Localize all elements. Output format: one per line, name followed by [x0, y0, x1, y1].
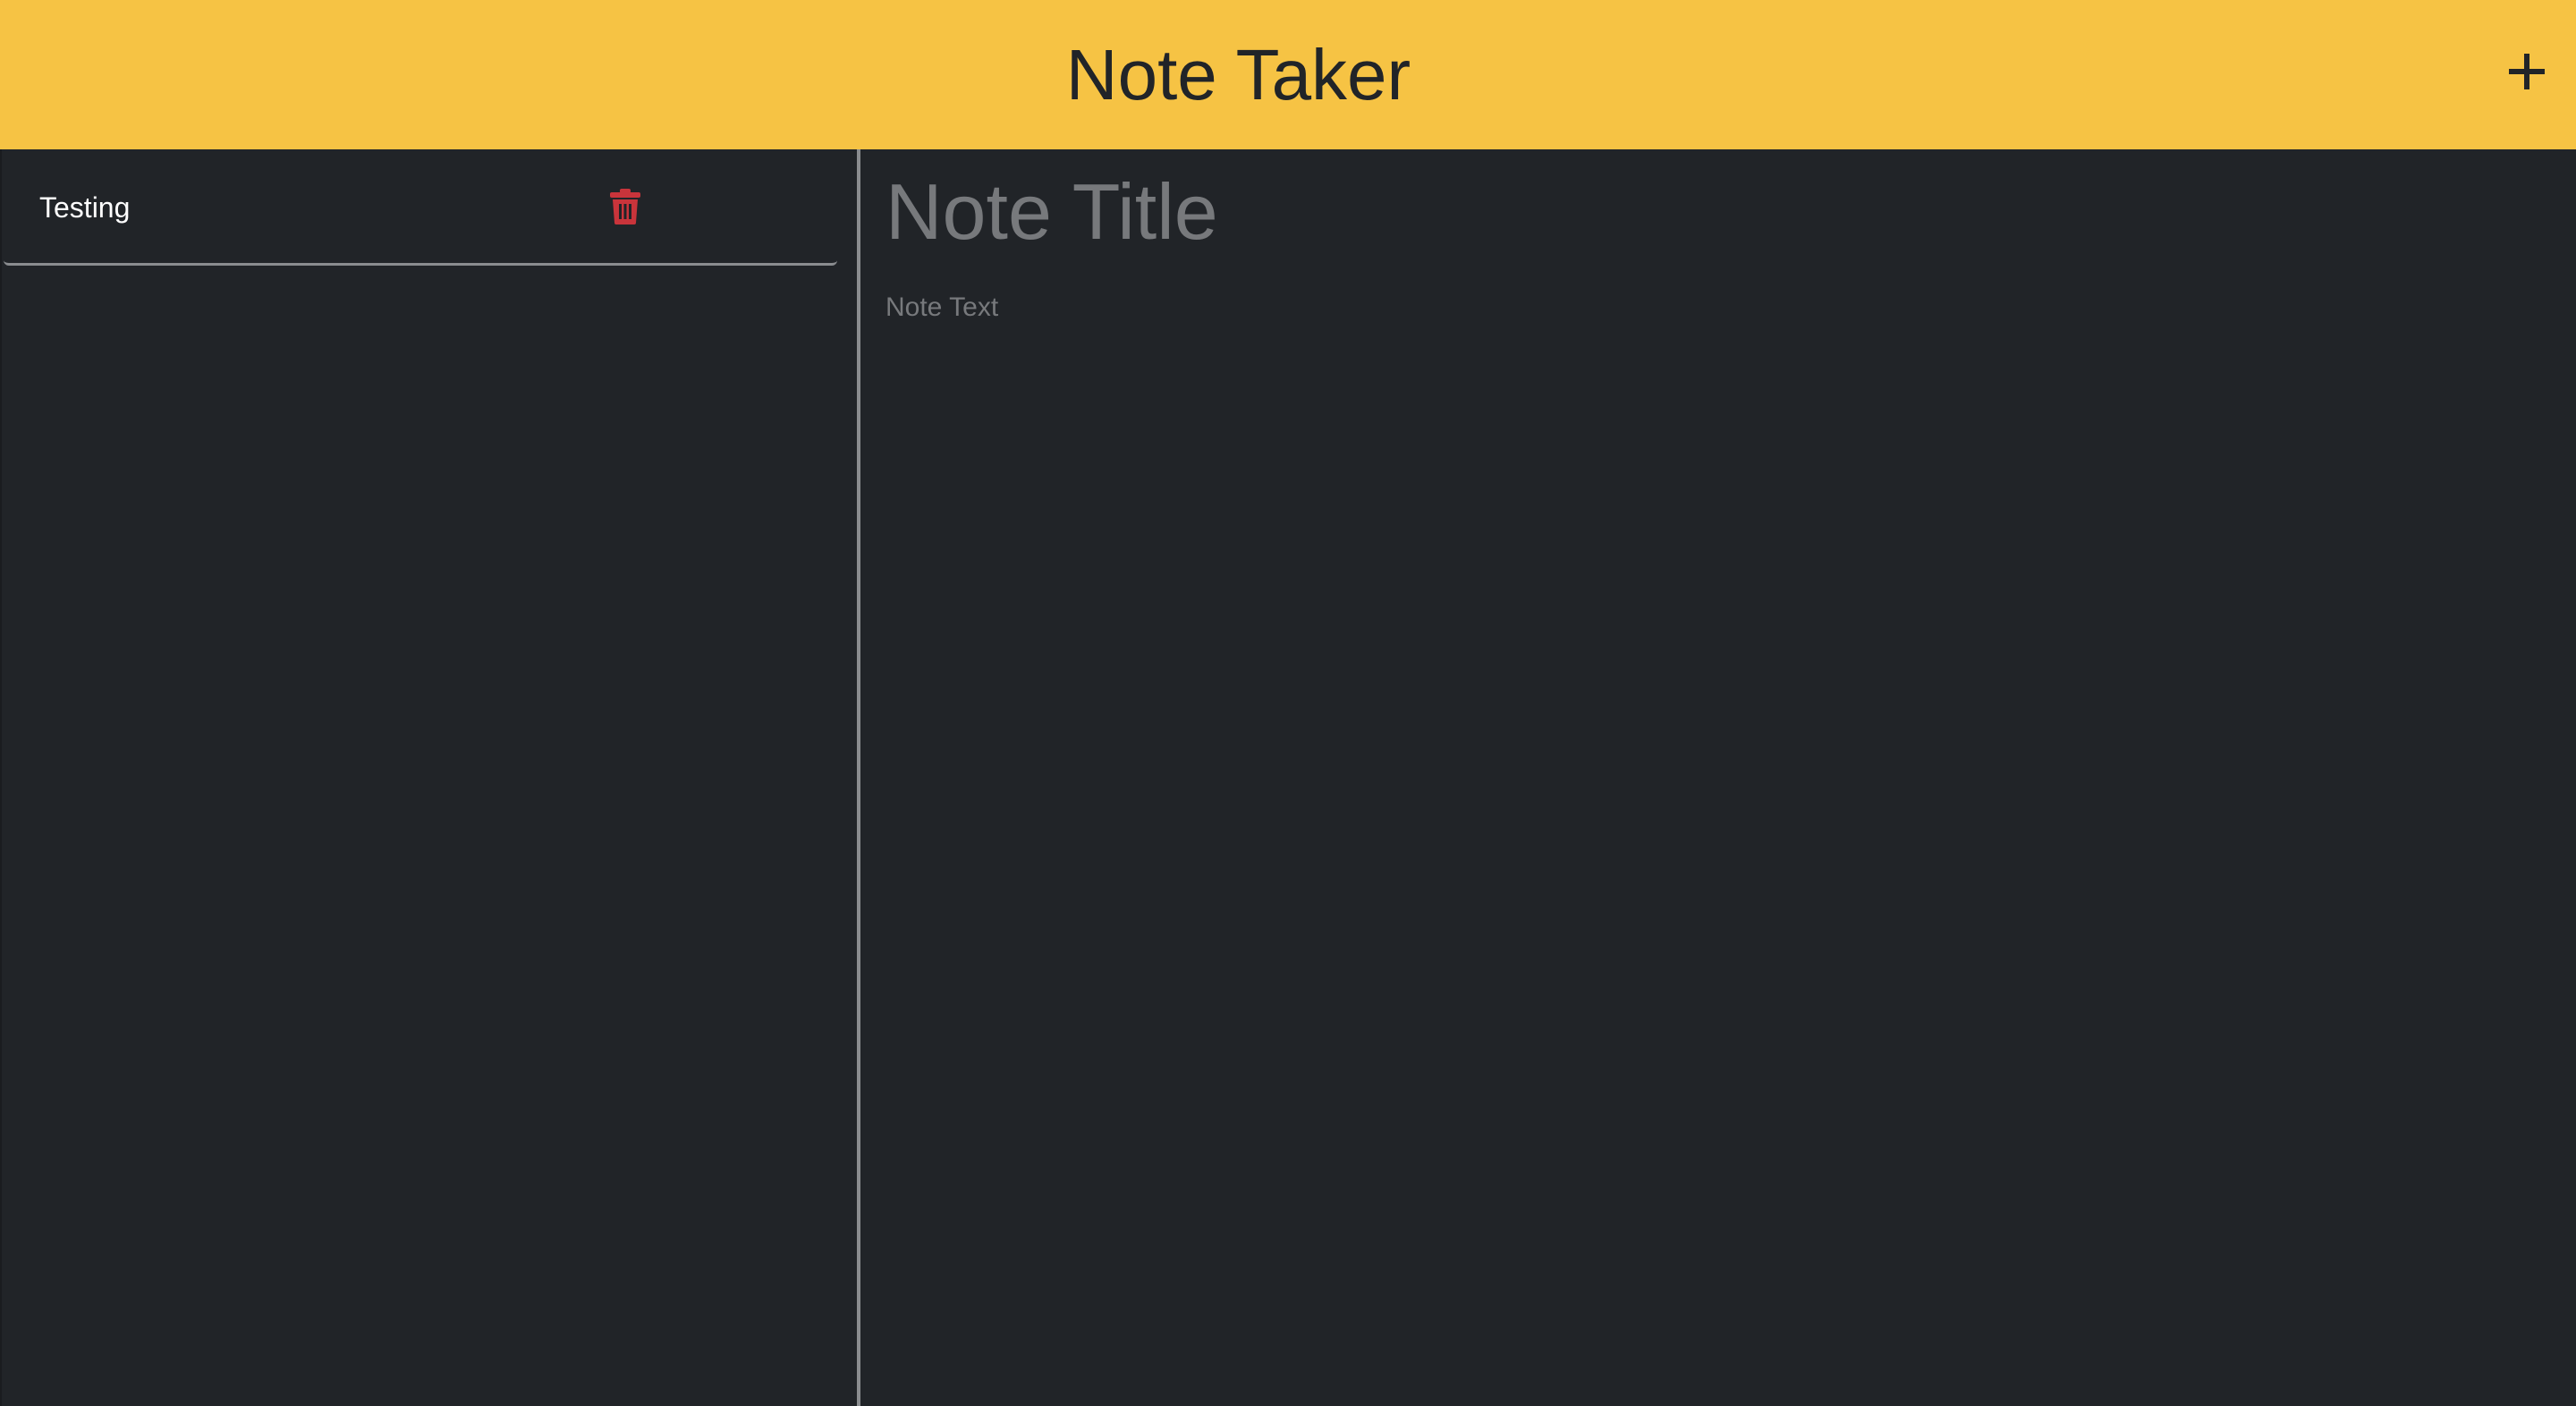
trash-icon[interactable] — [610, 189, 640, 224]
note-list-item[interactable]: Testing — [4, 149, 837, 266]
navbar: Note Taker — [0, 0, 2576, 149]
note-list: Testing — [0, 149, 857, 1406]
note-text-input[interactable] — [886, 292, 2549, 1366]
note-editor — [860, 149, 2576, 1406]
app-title: Note Taker — [1065, 35, 1411, 114]
note-title-input[interactable] — [886, 167, 2549, 257]
new-note-button[interactable] — [2496, 39, 2558, 102]
note-list-item-title[interactable]: Testing — [39, 149, 130, 266]
